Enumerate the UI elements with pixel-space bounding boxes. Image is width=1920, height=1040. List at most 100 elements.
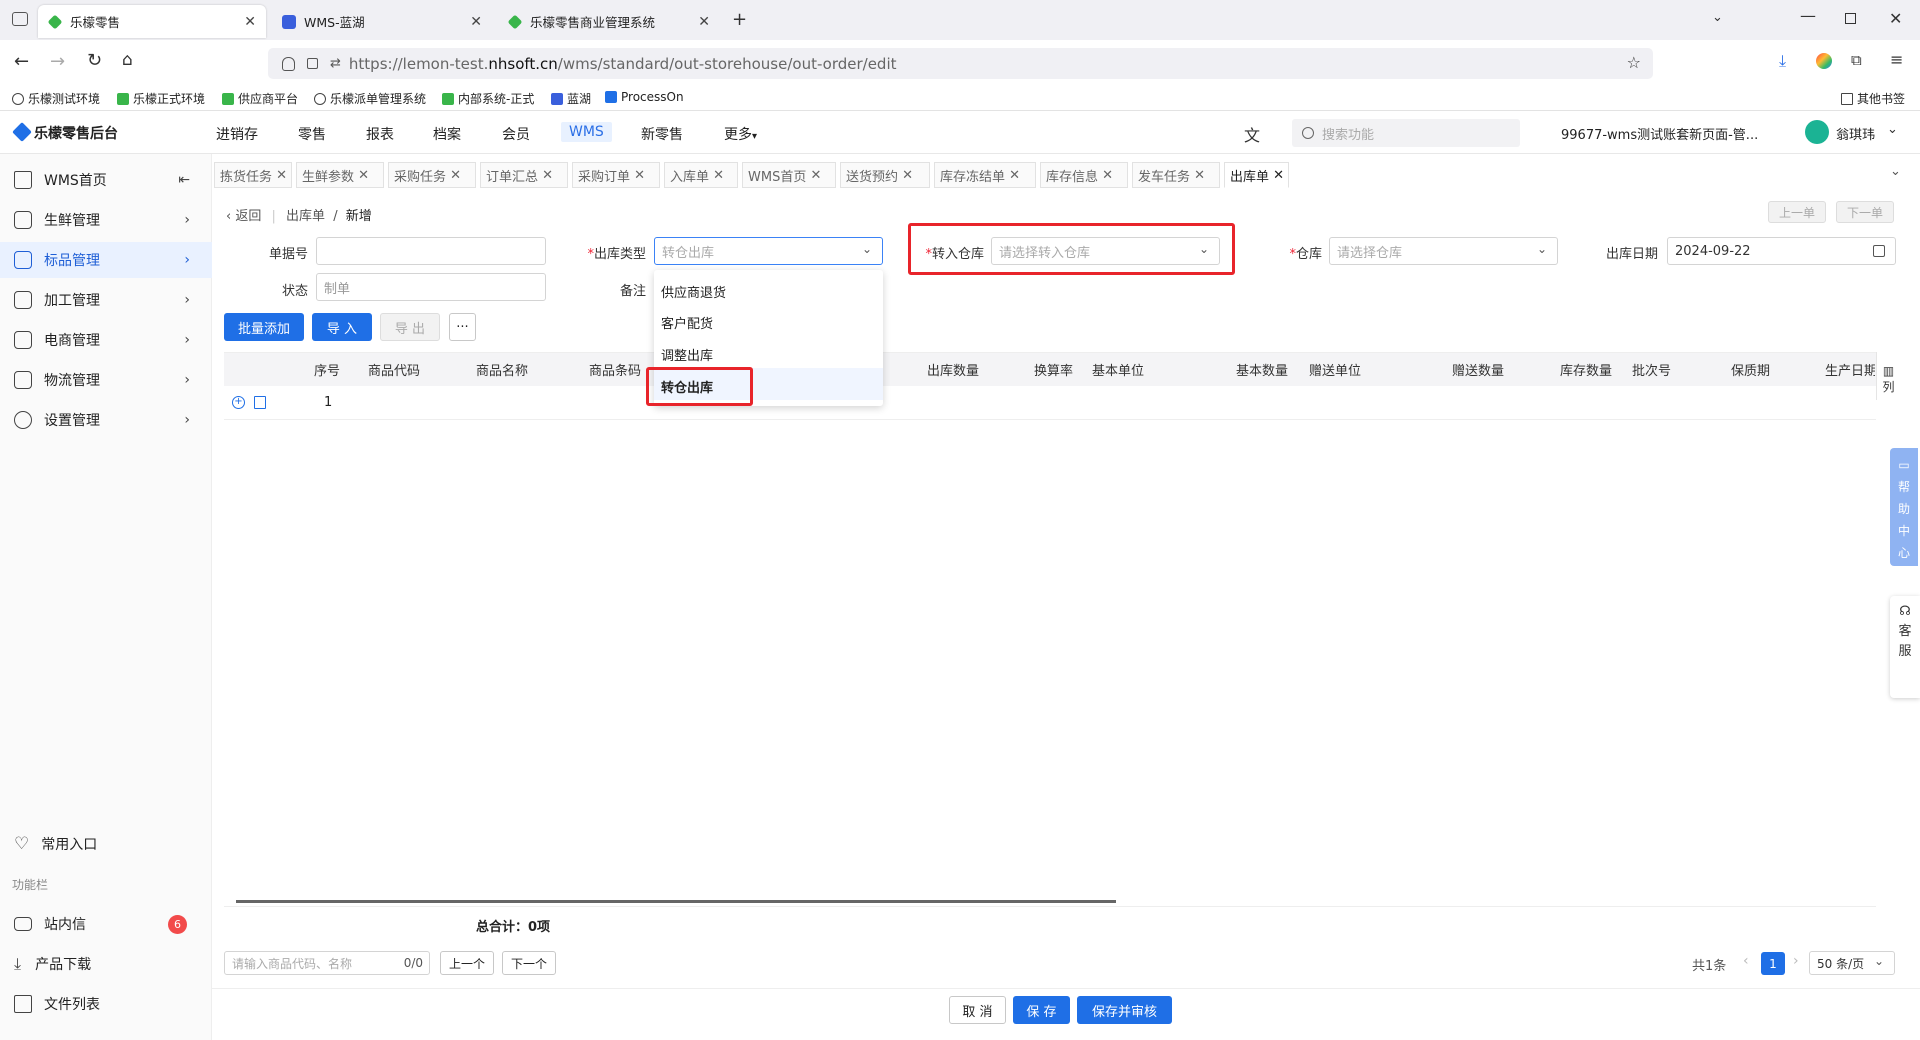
breadcrumb-parent[interactable]: 出库单	[286, 209, 325, 224]
prev-match-button[interactable]: 上一个	[440, 951, 494, 975]
help-center-button[interactable]: ▭ 帮助中心	[1890, 448, 1918, 566]
bookmark-item[interactable]: 蓝湖	[551, 90, 591, 107]
bookmark-item[interactable]: 内部系统-正式	[442, 90, 534, 107]
nav-more[interactable]: 更多▾	[724, 124, 757, 144]
next-doc-button[interactable]: 下一单	[1836, 201, 1894, 223]
close-icon[interactable]: ✕	[1009, 168, 1020, 183]
tab-fresh-params[interactable]: 生鲜参数 ✕	[296, 162, 384, 188]
puzzle-icon[interactable]: ⧉	[1851, 51, 1862, 69]
tab-delivery-booking[interactable]: 送货预约 ✕	[840, 162, 930, 188]
restore-icon[interactable]	[1845, 13, 1856, 24]
close-icon[interactable]: ✕	[1273, 168, 1284, 183]
close-icon[interactable]: ✕	[358, 168, 369, 183]
reload-icon[interactable]: ↻	[87, 50, 102, 71]
collapse-sidebar-icon[interactable]: ⇤	[178, 172, 190, 188]
forward-icon[interactable]: →	[50, 51, 65, 72]
nav-jinxiaocun[interactable]: 进销存	[216, 124, 258, 144]
column-settings[interactable]: ▥ 列	[1876, 352, 1900, 400]
sidebar-item-logistics[interactable]: 物流管理 ›	[0, 362, 212, 398]
sidebar-item-fresh[interactable]: 生鲜管理 ›	[0, 202, 212, 238]
close-icon[interactable]: ✕	[902, 168, 913, 183]
minimize-icon[interactable]: —	[1800, 6, 1816, 25]
page-size-select[interactable]: 50 条/页 ⌄	[1809, 951, 1895, 975]
more-actions-button[interactable]: ···	[449, 313, 476, 341]
out-type-select[interactable]: 转仓出库 ⌄	[654, 237, 883, 265]
tab-wms-home[interactable]: WMS首页 ✕	[742, 162, 836, 188]
nav-retail[interactable]: 零售	[298, 124, 326, 144]
browser-tab-lemon[interactable]: 乐檬零售 ✕	[38, 5, 266, 38]
browser-tab-lanhu[interactable]: WMS-蓝湖 ✕	[272, 5, 492, 38]
sidebar-item-standard[interactable]: 标品管理 ›	[0, 242, 212, 278]
account-name[interactable]: 99677-wms测试账套新页面-管...	[1561, 124, 1758, 143]
browser-tab-system[interactable]: 乐檬零售商业管理系统 ✕	[498, 5, 720, 38]
bookmark-item[interactable]: 乐檬测试环境	[12, 90, 100, 107]
bookmark-item[interactable]: ProcessOn	[605, 90, 684, 104]
bookmark-item[interactable]: 供应商平台	[222, 90, 298, 107]
menu-icon[interactable]: ≡	[1890, 50, 1903, 69]
sidebar-item-files[interactable]: 文件列表	[0, 986, 212, 1022]
tab-list-icon[interactable]	[12, 12, 28, 26]
tab-inbound[interactable]: 入库单 ✕	[664, 162, 738, 188]
prev-doc-button[interactable]: 上一单	[1768, 201, 1826, 223]
close-window-icon[interactable]: ✕	[1889, 9, 1902, 28]
delete-row-icon[interactable]	[254, 396, 266, 409]
doc-no-field[interactable]	[316, 237, 546, 265]
close-icon[interactable]: ✕	[276, 168, 287, 183]
customer-service-button[interactable]: ☊ 客服	[1890, 596, 1920, 698]
cancel-button[interactable]: 取 消	[949, 996, 1006, 1024]
avatar[interactable]	[1805, 120, 1829, 144]
bookmark-item[interactable]: 乐檬正式环境	[117, 90, 205, 107]
close-icon[interactable]: ✕	[244, 14, 256, 30]
sidebar-common-entry[interactable]: ♡ 常用入口	[0, 826, 212, 862]
nav-archive[interactable]: 档案	[433, 124, 461, 144]
horizontal-scrollbar[interactable]	[236, 900, 1116, 903]
sidebar-item-process[interactable]: 加工管理 ›	[0, 282, 212, 318]
option-customer-distribution[interactable]: 客户配货	[661, 313, 713, 332]
tab-stock-info[interactable]: 库存信息 ✕	[1040, 162, 1128, 188]
nav-report[interactable]: 报表	[366, 124, 394, 144]
home-icon[interactable]: ⌂	[122, 50, 133, 70]
star-icon[interactable]: ☆	[1627, 53, 1641, 72]
sidebar-item-settings[interactable]: 设置管理 ›	[0, 402, 212, 438]
product-search-input[interactable]: 请输入商品代码、名称 0/0	[224, 951, 430, 975]
chevron-right-icon[interactable]: ›	[1793, 953, 1799, 969]
download-icon[interactable]: ⤓	[1779, 51, 1786, 71]
chevron-down-icon[interactable]: ⌄	[1887, 122, 1898, 137]
chevron-down-icon[interactable]: ⌄	[1712, 10, 1723, 25]
close-icon[interactable]: ✕	[470, 14, 482, 30]
close-icon[interactable]: ✕	[542, 168, 553, 183]
save-audit-button[interactable]: 保存并审核	[1077, 996, 1172, 1024]
nav-wms[interactable]: WMS	[561, 122, 612, 142]
other-bookmarks[interactable]: 其他书签	[1841, 90, 1905, 107]
url-input[interactable]: ⇄ https://lemon-test. nhsoft.cn/wms/stand…	[268, 48, 1653, 79]
back-link[interactable]: ‹ 返回	[226, 209, 261, 224]
tab-stock-freeze[interactable]: 库存冻结单 ✕	[934, 162, 1036, 188]
close-icon[interactable]: ✕	[713, 168, 724, 183]
import-button[interactable]: 导 入	[312, 313, 372, 341]
next-match-button[interactable]: 下一个	[502, 951, 556, 975]
function-search-input[interactable]: 搜索功能	[1292, 119, 1520, 147]
chevron-down-icon[interactable]: ⌄	[1890, 164, 1901, 179]
tab-purchase-task[interactable]: 采购任务 ✕	[388, 162, 476, 188]
tab-purchase-order[interactable]: 采购订单 ✕	[572, 162, 660, 188]
sidebar-item-messages[interactable]: 站内信 6	[0, 906, 212, 942]
nav-member[interactable]: 会员	[502, 124, 530, 144]
add-row-icon[interactable]: +	[232, 396, 245, 409]
tab-order-summary[interactable]: 订单汇总 ✕	[480, 162, 568, 188]
tab-picking[interactable]: 拣货任务 ✕	[214, 162, 292, 188]
close-icon[interactable]: ✕	[450, 168, 461, 183]
close-icon[interactable]: ✕	[698, 14, 710, 30]
tab-dispatch-task[interactable]: 发车任务 ✕	[1132, 162, 1220, 188]
close-icon[interactable]: ✕	[634, 168, 645, 183]
option-adjust-outbound[interactable]: 调整出库	[661, 345, 713, 364]
extension-icon[interactable]	[1816, 53, 1832, 69]
chevron-left-icon[interactable]: ‹	[1743, 953, 1749, 969]
user-name[interactable]: 翁琪玮	[1836, 124, 1875, 143]
option-supplier-return[interactable]: 供应商退货	[661, 282, 726, 301]
close-icon[interactable]: ✕	[1194, 168, 1205, 183]
sidebar-item-wms-home[interactable]: WMS首页 ⇤	[0, 162, 212, 198]
nav-new-retail[interactable]: 新零售	[641, 124, 683, 144]
back-icon[interactable]: ←	[14, 51, 29, 72]
close-icon[interactable]: ✕	[810, 168, 821, 183]
batch-add-button[interactable]: 批量添加	[224, 313, 304, 341]
